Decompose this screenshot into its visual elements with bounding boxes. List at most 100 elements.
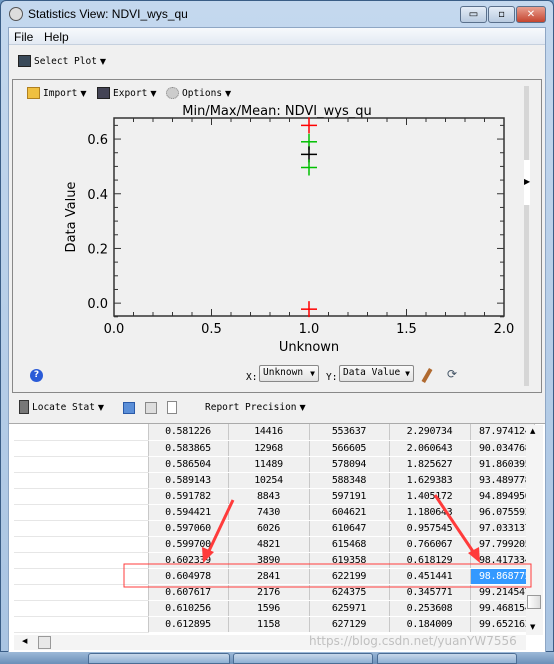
minimize-button[interactable]: ▭ bbox=[460, 6, 487, 23]
table-cell[interactable]: 0.581226 bbox=[148, 424, 229, 441]
table-row[interactable]: 0.599700 4821 615468 0.766067 97.799205 bbox=[14, 536, 535, 553]
table-cell[interactable]: 91.860395 bbox=[470, 456, 535, 473]
close-button[interactable]: ✕ bbox=[516, 6, 546, 23]
options-button[interactable]: Options ▼ bbox=[166, 87, 231, 99]
table-cell[interactable]: 0.451441 bbox=[389, 568, 471, 585]
hscrollbar-thumb[interactable] bbox=[38, 636, 51, 649]
table-cell[interactable]: 6026 bbox=[228, 520, 310, 537]
report-precision-button[interactable]: Report Precision ▼ bbox=[205, 402, 306, 413]
table-cell[interactable]: 588348 bbox=[309, 472, 390, 489]
table-row[interactable]: 0.597060 6026 610647 0.957545 97.033137 bbox=[14, 520, 535, 537]
table-cell[interactable]: 96.075593 bbox=[470, 504, 535, 521]
table-cell[interactable]: 98.868775 bbox=[470, 568, 535, 585]
table-cell[interactable]: 1596 bbox=[228, 600, 310, 617]
help-icon[interactable]: ? bbox=[30, 369, 43, 382]
view-icon[interactable] bbox=[123, 402, 135, 414]
table-cell[interactable]: 1.629383 bbox=[389, 472, 471, 489]
table-row[interactable]: 0.604978 2841 622199 0.451441 98.868775 bbox=[14, 568, 535, 585]
table-cell[interactable]: 0.345771 bbox=[389, 584, 471, 601]
table-cell[interactable]: 2.290734 bbox=[389, 424, 471, 441]
table-cell[interactable] bbox=[14, 472, 149, 489]
table-cell[interactable]: 0.597060 bbox=[148, 520, 229, 537]
table-cell[interactable] bbox=[14, 424, 149, 441]
table-row[interactable]: 0.612895 1158 627129 0.184009 99.652163 bbox=[14, 616, 535, 633]
table-cell[interactable]: 1.180643 bbox=[389, 504, 471, 521]
table-cell[interactable]: 622199 bbox=[309, 568, 390, 585]
table-row[interactable]: 0.591782 8843 597191 1.405172 94.894950 bbox=[14, 488, 535, 505]
table-cell[interactable]: 87.974124 bbox=[470, 424, 535, 441]
table-cell[interactable]: 11489 bbox=[228, 456, 310, 473]
table-cell[interactable]: 2841 bbox=[228, 568, 310, 585]
vertical-scrollbar[interactable]: ▲ ▼ bbox=[526, 425, 543, 635]
table-cell[interactable]: 98.417334 bbox=[470, 552, 535, 569]
table-cell[interactable]: 0.766067 bbox=[389, 536, 471, 553]
panel-splitter[interactable] bbox=[524, 86, 529, 386]
table-cell[interactable]: 97.799205 bbox=[470, 536, 535, 553]
table-cell[interactable]: 0.594421 bbox=[148, 504, 229, 521]
table-row[interactable]: 0.607617 2176 624375 0.345771 99.214547 bbox=[14, 584, 535, 601]
table-cell[interactable] bbox=[14, 584, 149, 601]
table-cell[interactable] bbox=[14, 536, 149, 553]
table-row[interactable]: 0.581226 14416 553637 2.290734 87.974124 bbox=[14, 424, 535, 441]
locate-stat-button[interactable]: Locate Stat ▼ bbox=[19, 400, 104, 414]
table-cell[interactable]: 1.825627 bbox=[389, 456, 471, 473]
table-cell[interactable]: 0.604978 bbox=[148, 568, 229, 585]
table-cell[interactable]: 0.583865 bbox=[148, 440, 229, 457]
table-cell[interactable]: 94.894950 bbox=[470, 488, 535, 505]
table-cell[interactable] bbox=[14, 552, 149, 569]
table-cell[interactable]: 0.184009 bbox=[389, 616, 471, 633]
collapse-handle[interactable]: ▶ bbox=[524, 160, 530, 205]
table-cell[interactable] bbox=[14, 616, 149, 633]
table-cell[interactable]: 0.610256 bbox=[148, 600, 229, 617]
table-cell[interactable]: 3890 bbox=[228, 552, 310, 569]
table-cell[interactable]: 2.060643 bbox=[389, 440, 471, 457]
table-cell[interactable]: 0.591782 bbox=[148, 488, 229, 505]
table-cell[interactable] bbox=[14, 440, 149, 457]
menu-file[interactable]: File bbox=[14, 30, 33, 44]
table-cell[interactable]: 4821 bbox=[228, 536, 310, 553]
table-cell[interactable]: 553637 bbox=[309, 424, 390, 441]
table-row[interactable]: 0.594421 7430 604621 1.180643 96.075593 bbox=[14, 504, 535, 521]
scrollbar-thumb[interactable] bbox=[527, 595, 541, 609]
table-cell[interactable]: 0.586504 bbox=[148, 456, 229, 473]
table-cell[interactable]: 615468 bbox=[309, 536, 390, 553]
table-row[interactable]: 0.589143 10254 588348 1.629383 93.489778 bbox=[14, 472, 535, 489]
table-cell[interactable]: 7430 bbox=[228, 504, 310, 521]
scroll-down-icon[interactable]: ▼ bbox=[530, 623, 535, 631]
import-button[interactable]: Import ▼ bbox=[27, 87, 86, 99]
table-cell[interactable]: 99.652163 bbox=[470, 616, 535, 633]
table-cell[interactable]: 0.599700 bbox=[148, 536, 229, 553]
copy-icon[interactable] bbox=[167, 401, 177, 414]
table-cell[interactable]: 624375 bbox=[309, 584, 390, 601]
table-row[interactable]: 0.610256 1596 625971 0.253608 99.468154 bbox=[14, 600, 535, 617]
taskbar-item[interactable] bbox=[88, 653, 230, 664]
table-cell[interactable]: 0.612895 bbox=[148, 616, 229, 633]
table-cell[interactable]: 90.034768 bbox=[470, 440, 535, 457]
table-row[interactable]: 0.583865 12968 566605 2.060643 90.034768 bbox=[14, 440, 535, 457]
table-cell[interactable] bbox=[14, 568, 149, 585]
table-cell[interactable]: 625971 bbox=[309, 600, 390, 617]
table-cell[interactable]: 12968 bbox=[228, 440, 310, 457]
scroll-up-icon[interactable]: ▲ bbox=[530, 427, 535, 435]
y-axis-select[interactable]: Data Value ▼ bbox=[339, 365, 414, 382]
table-cell[interactable]: 604621 bbox=[309, 504, 390, 521]
table-cell[interactable]: 99.214547 bbox=[470, 584, 535, 601]
table-cell[interactable]: 578094 bbox=[309, 456, 390, 473]
refresh-icon[interactable]: ⟳ bbox=[447, 367, 457, 381]
table-cell[interactable]: 1.405172 bbox=[389, 488, 471, 505]
maximize-button[interactable]: ▫ bbox=[488, 6, 515, 23]
table-cell[interactable]: 0.589143 bbox=[148, 472, 229, 489]
table-row[interactable]: 0.602339 3890 619358 0.618129 98.417334 bbox=[14, 552, 535, 569]
taskbar-item[interactable] bbox=[377, 653, 517, 664]
table-cell[interactable]: 0.602339 bbox=[148, 552, 229, 569]
table-cell[interactable] bbox=[14, 600, 149, 617]
table-row[interactable]: 0.586504 11489 578094 1.825627 91.860395 bbox=[14, 456, 535, 473]
table-cell[interactable]: 93.489778 bbox=[470, 472, 535, 489]
table-cell[interactable] bbox=[14, 520, 149, 537]
table-cell[interactable] bbox=[14, 456, 149, 473]
x-axis-select[interactable]: Unknown ▼ bbox=[259, 365, 319, 382]
table-cell[interactable]: 0.957545 bbox=[389, 520, 471, 537]
table-cell[interactable] bbox=[14, 488, 149, 505]
table-cell[interactable]: 1158 bbox=[228, 616, 310, 633]
menu-help[interactable]: Help bbox=[44, 30, 69, 44]
